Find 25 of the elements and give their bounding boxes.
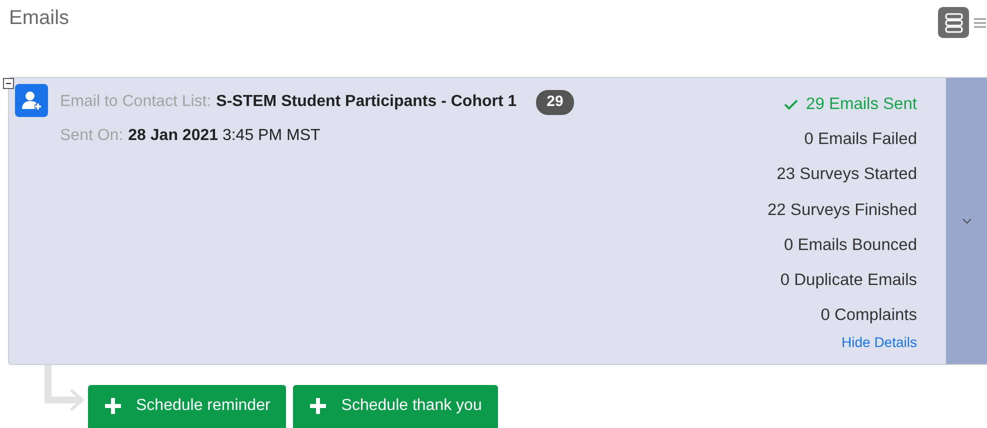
check-icon [784,99,798,110]
stat-text: 22 Surveys Finished [768,200,917,221]
stat-text: 0 Duplicate Emails [780,270,917,291]
sent-on-label: Sent On: [60,126,124,144]
list-label: Email to Contact List: [60,92,212,112]
card-view-button[interactable] [938,7,969,38]
contact-list-name: S-STEM Student Participants - Cohort 1 [216,92,517,112]
hide-details-link[interactable]: Hide Details [842,332,917,354]
collapse-icon[interactable] [3,78,14,90]
plus-icon [309,397,328,415]
count-badge: 29 [536,90,574,114]
stat-text: 23 Surveys Started [776,164,917,186]
schedule-button[interactable]: Schedule thank you [293,385,498,428]
stat-text: 0 Complaints [820,305,917,326]
list-icon [973,16,987,30]
page-title: Emails [9,6,70,30]
plus-icon [104,397,122,415]
chevron-down-icon [962,218,972,224]
sent-status: 29 Emails Sent [784,92,917,128]
sent-date: 28 Jan 2021 3:45 PM MST [128,126,320,144]
schedule-button[interactable]: Schedule reminder [88,385,286,428]
stacked-rows-icon [944,12,964,34]
add-contact-icon [15,84,48,117]
stat-text: 0 Emails Bounced [784,234,917,256]
stat-text: 0 Emails Failed [804,129,917,150]
